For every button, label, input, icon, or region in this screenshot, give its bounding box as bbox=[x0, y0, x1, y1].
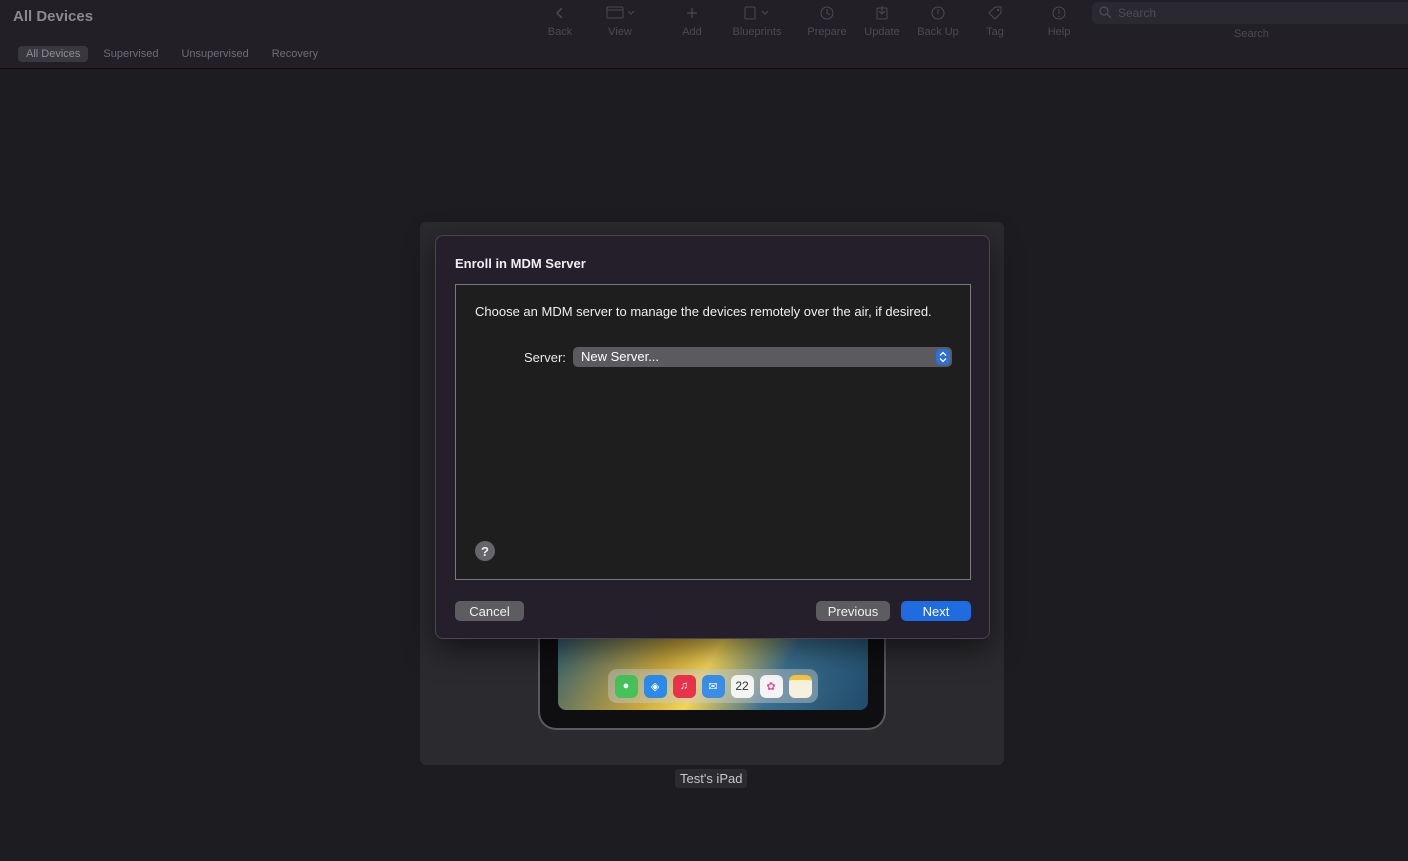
back-label: Back bbox=[547, 26, 573, 38]
filter-all-devices[interactable]: All Devices bbox=[18, 46, 89, 62]
help-button[interactable]: Help bbox=[1044, 4, 1074, 38]
toolbar: All Devices All Devices Supervised Unsup… bbox=[0, 0, 1408, 69]
messages-icon: ● bbox=[614, 674, 638, 698]
cancel-button[interactable]: Cancel bbox=[455, 601, 524, 621]
blueprints-label: Blueprints bbox=[732, 26, 782, 38]
add-label: Add bbox=[682, 26, 702, 38]
view-button[interactable]: View bbox=[600, 4, 640, 38]
search-label: Search bbox=[1234, 28, 1269, 40]
search-input[interactable]: Search bbox=[1092, 2, 1408, 24]
blueprints-button[interactable]: Blueprints bbox=[728, 4, 786, 38]
tag-label: Tag bbox=[986, 26, 1004, 38]
device-name-label: Test's iPad bbox=[675, 769, 748, 788]
photos-icon: ✿ bbox=[759, 674, 783, 698]
sheet-title: Enroll in MDM Server bbox=[455, 256, 586, 271]
server-popup-value: New Server... bbox=[581, 349, 660, 364]
back-button[interactable]: Back bbox=[543, 4, 577, 38]
add-button[interactable]: Add bbox=[676, 4, 708, 38]
next-button[interactable]: Next bbox=[901, 601, 971, 621]
backup-label: Back Up bbox=[917, 26, 959, 38]
tag-icon bbox=[980, 4, 1010, 22]
prepare-label: Prepare bbox=[807, 26, 847, 38]
filter-recovery[interactable]: Recovery bbox=[264, 46, 326, 62]
view-icon bbox=[600, 4, 640, 22]
help-icon bbox=[1044, 4, 1074, 22]
instructions-text: Choose an MDM server to manage the devic… bbox=[475, 304, 932, 319]
filter-supervised[interactable]: Supervised bbox=[95, 46, 166, 62]
ipad-dock: ● ◈ ♫ ✉ 22 ✿ bbox=[608, 669, 818, 703]
backup-button[interactable]: Back Up bbox=[914, 4, 962, 38]
safari-icon: ◈ bbox=[643, 674, 667, 698]
previous-button[interactable]: Previous bbox=[816, 601, 890, 621]
search-icon bbox=[1099, 6, 1112, 24]
enroll-mdm-sheet: Enroll in MDM Server Choose an MDM serve… bbox=[435, 235, 990, 639]
search-placeholder: Search bbox=[1118, 6, 1157, 20]
server-label: Server: bbox=[524, 350, 566, 365]
backup-icon bbox=[914, 4, 962, 22]
view-label: View bbox=[608, 26, 632, 38]
window-title: All Devices bbox=[13, 8, 94, 25]
update-icon bbox=[861, 4, 903, 22]
help-label: Help bbox=[1047, 26, 1071, 38]
tag-button[interactable]: Tag bbox=[980, 4, 1010, 38]
calendar-icon: 22 bbox=[730, 674, 754, 698]
blueprints-icon bbox=[728, 4, 786, 22]
page-dots: •• bbox=[706, 656, 716, 665]
content-box: Choose an MDM server to manage the devic… bbox=[455, 284, 971, 580]
prepare-icon bbox=[805, 4, 849, 22]
update-button[interactable]: Update bbox=[861, 4, 903, 38]
popup-arrows-icon bbox=[936, 349, 950, 365]
prepare-button[interactable]: Prepare bbox=[805, 4, 849, 38]
chevron-left-icon bbox=[543, 4, 577, 22]
filter-unsupervised[interactable]: Unsupervised bbox=[173, 46, 256, 62]
device-filter-segmented-control: All Devices Supervised Unsupervised Reco… bbox=[18, 46, 333, 62]
mail-icon: ✉ bbox=[701, 674, 725, 698]
music-icon: ♫ bbox=[672, 674, 696, 698]
server-popup-button[interactable]: New Server... bbox=[573, 347, 952, 367]
plus-icon bbox=[676, 4, 708, 22]
help-question-button[interactable]: ? bbox=[475, 541, 495, 561]
update-label: Update bbox=[864, 26, 900, 38]
notes-icon bbox=[788, 674, 812, 698]
